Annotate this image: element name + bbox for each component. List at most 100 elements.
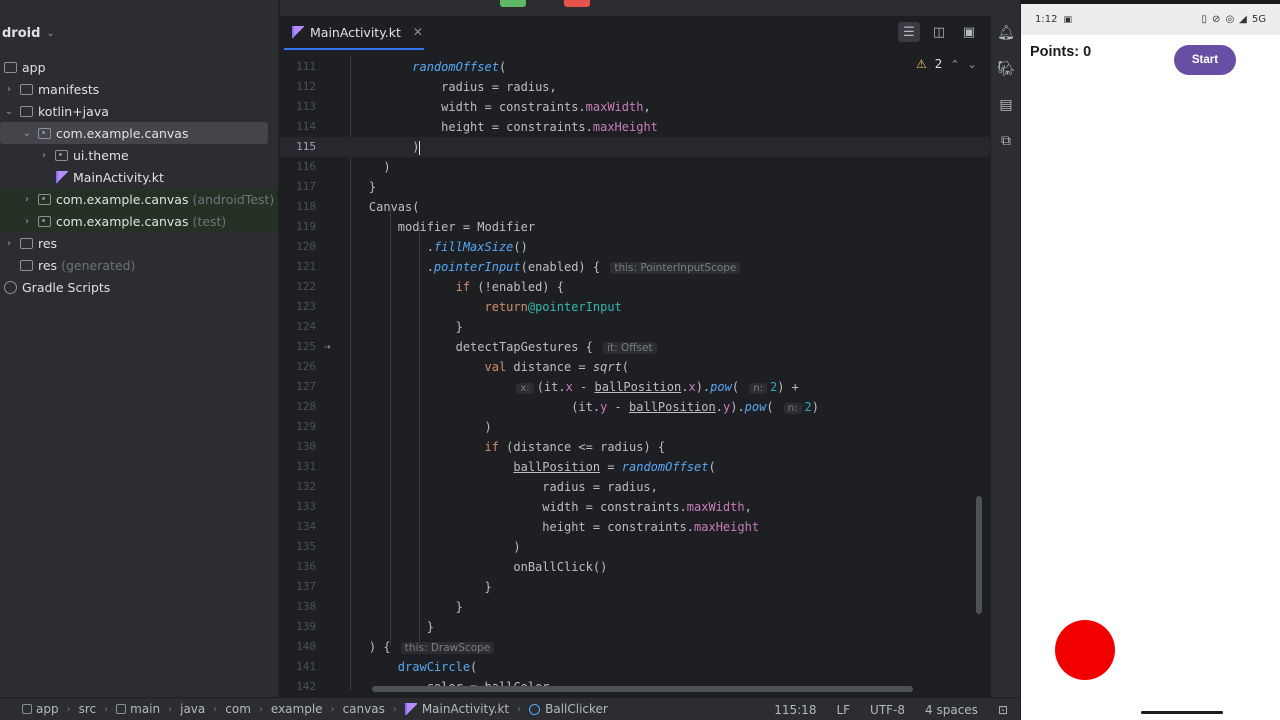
tree-item-app[interactable]: app [0, 56, 278, 78]
breadcrumb-item[interactable]: com [225, 702, 251, 716]
lock-icon[interactable]: ⊡ [998, 703, 1008, 717]
breadcrumb-item[interactable]: MainActivity.kt [422, 702, 509, 716]
split-view-icon[interactable]: ◫ [928, 22, 950, 42]
breadcrumb-item[interactable]: app [36, 702, 59, 716]
project-view-title: droid [2, 25, 41, 41]
code-line[interactable]: 139 } [280, 617, 990, 637]
code-text: modifier = Modifier [340, 220, 536, 234]
code-view-icon[interactable]: ☰ [898, 22, 920, 42]
code-line[interactable]: 112 radius = radius, [280, 77, 990, 97]
breadcrumb-item[interactable]: canvas [343, 702, 385, 716]
chevron-down-icon[interactable]: ⌄ [2, 106, 16, 117]
code-line[interactable]: 114 height = constraints.maxHeight [280, 117, 990, 137]
breadcrumb-item[interactable]: java [180, 702, 205, 716]
code-line[interactable]: 121 .pointerInput(enabled) { this: Point… [280, 257, 990, 277]
code-line[interactable]: 132 radius = radius, [280, 477, 990, 497]
file-encoding[interactable]: UTF-8 [870, 703, 905, 717]
line-number: 131 [296, 460, 316, 473]
code-text: return@pointerInput [484, 300, 622, 314]
tree-item-ui-theme[interactable]: › ui.theme [0, 144, 278, 166]
code-line[interactable]: 127 x: (it.x - ballPosition.x).pow( n: 2) … [280, 377, 990, 397]
line-ending[interactable]: LF [836, 703, 850, 717]
code-line[interactable]: 129 ) [280, 417, 990, 437]
tree-item-manifests[interactable]: › manifests [0, 78, 278, 100]
code-line[interactable]: 135 ) [280, 537, 990, 557]
design-view-icon[interactable]: ▣ [958, 22, 980, 42]
home-gesture-handle[interactable] [1141, 711, 1223, 714]
code-line[interactable]: 133 width = constraints.maxWidth, [280, 497, 990, 517]
code-line[interactable]: 136 onBallClick() [280, 557, 990, 577]
tree-item-com-example-canvas[interactable]: ⌄ com.example.canvas [0, 122, 268, 144]
code-editor[interactable]: ⚠ 2 ⌃ ⌄ 111 randomOffset( 112 radius = r… [280, 56, 990, 690]
code-line[interactable]: 140 ) { this: DrawScope [280, 637, 990, 657]
code-line[interactable]: 120 .fillMaxSize() [280, 237, 990, 257]
ball-target[interactable] [1055, 620, 1115, 680]
chevron-right-icon[interactable]: › [20, 216, 34, 227]
tree-item-label: Gradle Scripts [22, 279, 111, 295]
gradle-tool-icon[interactable]: 🐘︎ [995, 58, 1017, 80]
code-line[interactable]: 126 val distance = sqrt( [280, 357, 990, 377]
chevron-right-icon: › [330, 703, 335, 715]
code-line[interactable]: 118 Canvas( [280, 197, 990, 217]
app-screen[interactable]: Points: 0 Start [1021, 35, 1280, 703]
code-line[interactable]: 130 if (distance <= radius) { [280, 437, 990, 457]
tree-item-res[interactable]: › res [0, 232, 278, 254]
code-line[interactable]: 111 randomOffset( [280, 57, 990, 77]
code-line[interactable]: 125 ⇢ detectTapGestures { it: Offset [280, 337, 990, 357]
breadcrumb-item[interactable]: example [271, 702, 323, 716]
code-text: ) [340, 160, 391, 174]
stop-indicator[interactable] [564, 0, 590, 7]
code-line[interactable]: 138 } [280, 597, 990, 617]
code-line[interactable]: 131 ballPosition = randomOffset( [280, 457, 990, 477]
breadcrumb-item[interactable]: src [79, 702, 97, 716]
suspend-call-icon[interactable]: ⇢ [324, 337, 331, 357]
tab-mainactivity[interactable]: MainActivity.kt ✕ [284, 16, 424, 50]
inlay-hint: x: [516, 383, 534, 394]
device-manager-icon[interactable]: ▤ [995, 94, 1017, 116]
running-devices-icon[interactable]: ⧉ [995, 130, 1017, 152]
code-line[interactable]: 128 (it.y - ballPosition.y).pow( n: 2) [280, 397, 990, 417]
notifications-icon[interactable]: 🔔︎ [995, 22, 1017, 44]
chevron-right-icon[interactable]: › [2, 84, 16, 95]
breadcrumb-item[interactable]: main [130, 702, 160, 716]
chevron-right-icon[interactable]: › [20, 194, 34, 205]
device-nav-bar [1021, 703, 1280, 720]
code-line[interactable]: 119 modifier = Modifier [280, 217, 990, 237]
chevron-right-icon[interactable]: › [2, 238, 16, 249]
code-line[interactable]: 116 ) [280, 157, 990, 177]
indent-setting[interactable]: 4 spaces [925, 703, 978, 717]
horizontal-scrollbar[interactable] [372, 686, 913, 692]
tree-item-test[interactable]: › com.example.canvas (test) [0, 210, 278, 232]
code-line[interactable]: 124 } [280, 317, 990, 337]
close-icon[interactable]: ✕ [413, 25, 423, 39]
caret-position[interactable]: 115:18 [774, 703, 816, 717]
tree-item-kotlin-java[interactable]: ⌄ kotlin+java [0, 100, 278, 122]
code-line[interactable]: 134 height = constraints.maxHeight [280, 517, 990, 537]
code-text: detectTapGestures { it: Offset [340, 337, 660, 358]
run-indicator[interactable] [500, 0, 526, 7]
inlay-hint: n: [749, 383, 767, 394]
tree-item-res-generated[interactable]: res (generated) [0, 254, 278, 276]
project-view-selector[interactable]: droid ⌄ [0, 22, 55, 44]
chevron-down-icon[interactable]: ⌄ [20, 128, 34, 139]
inlay-hint: this: DrawScope [400, 642, 495, 654]
code-line[interactable]: 113 width = constraints.maxWidth, [280, 97, 990, 117]
code-line[interactable]: 122 if (!enabled) { [280, 277, 990, 297]
tree-item-label: kotlin+java [38, 103, 109, 119]
vertical-scrollbar[interactable] [976, 496, 982, 614]
start-button[interactable]: Start [1174, 45, 1236, 75]
device-status-bar: 1:12 ▣ ▯ ⊘ ◎ ◢ 5G [1021, 4, 1280, 35]
breadcrumb-item[interactable]: BallClicker [545, 702, 608, 716]
tree-item-mainactivity[interactable]: MainActivity.kt [0, 166, 278, 188]
code-line[interactable]: 123 return@pointerInput [280, 297, 990, 317]
code-line[interactable]: 141 drawCircle( [280, 657, 990, 677]
code-line[interactable]: 117 } [280, 177, 990, 197]
project-panel: droid ⌄ app › manifests ⌄ kotlin+java ⌄ … [0, 0, 279, 697]
tree-item-android-test[interactable]: › com.example.canvas (androidTest) [0, 188, 278, 210]
code-line[interactable]: 137 } [280, 577, 990, 597]
chevron-right-icon[interactable]: › [37, 150, 51, 161]
tree-item-gradle-scripts[interactable]: Gradle Scripts [0, 276, 278, 298]
folder-icon [116, 704, 127, 714]
code-text: ) [340, 420, 492, 434]
code-line-current[interactable]: 115 ) [280, 137, 990, 157]
